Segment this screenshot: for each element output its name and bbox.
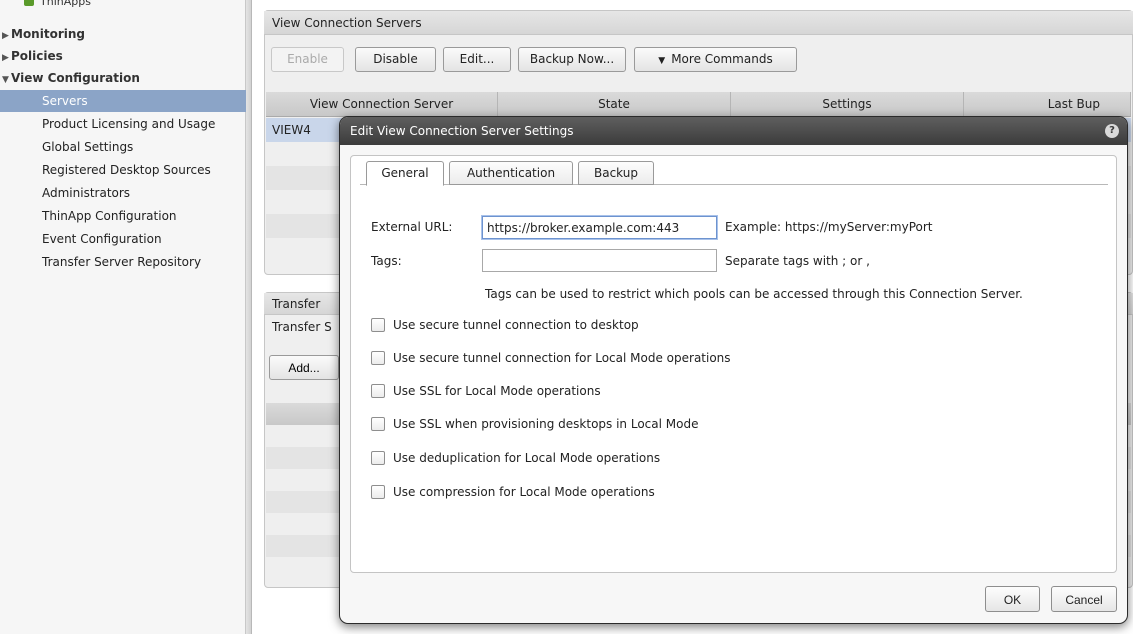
panel-title: View Connection Servers [264, 11, 1133, 35]
tab-authentication[interactable]: Authentication [449, 161, 573, 185]
sidebar-splitter[interactable] [246, 0, 252, 634]
tags-input[interactable] [482, 249, 717, 272]
column-header-server[interactable]: View Connection Server [266, 92, 498, 117]
tags-hint: Separate tags with ; or , [725, 254, 870, 268]
add-transfer-server-button[interactable]: Add... [269, 355, 339, 380]
deduplication-option[interactable]: Use deduplication for Local Mode operati… [371, 450, 660, 468]
disable-button[interactable]: Disable [355, 47, 436, 72]
column-header-settings[interactable]: Settings [731, 92, 964, 117]
server-name-cell: VIEW4 [272, 123, 311, 137]
tree-section-policies[interactable]: ▶ Policies [0, 45, 63, 67]
ok-button[interactable]: OK [985, 586, 1040, 612]
column-header-state[interactable]: State [498, 92, 731, 117]
tab-general[interactable]: General [366, 161, 444, 186]
secure-tunnel-desktop-checkbox[interactable] [371, 318, 385, 332]
secure-tunnel-desktop-option[interactable]: Use secure tunnel connection to desktop [371, 317, 639, 335]
sidebar-item-event-configuration[interactable]: Event Configuration [0, 228, 246, 250]
deduplication-checkbox[interactable] [371, 451, 385, 465]
ssl-provisioning-option[interactable]: Use SSL when provisioning desktops in Lo… [371, 416, 698, 434]
sidebar-item-servers[interactable]: Servers [0, 90, 246, 112]
edit-button[interactable]: Edit... [443, 47, 511, 72]
enable-button[interactable]: Enable [271, 47, 344, 72]
compression-checkbox[interactable] [371, 485, 385, 499]
external-url-hint: Example: https://myServer:myPort [725, 220, 933, 234]
more-commands-button[interactable]: ▼ More Commands [634, 47, 797, 72]
sidebar-item-registered-desktop-sources[interactable]: Registered Desktop Sources [0, 159, 246, 181]
transfer-panel-subtitle: Transfer S [272, 320, 332, 334]
expand-triangle-icon[interactable]: ▶ [0, 47, 11, 69]
backup-now-button[interactable]: Backup Now... [518, 47, 626, 72]
column-header-last-backup[interactable]: Last Bup [964, 92, 1131, 117]
sidebar-item-global-settings[interactable]: Global Settings [0, 136, 246, 158]
edit-connection-server-dialog: Edit View Connection Server Settings ? G… [339, 116, 1128, 624]
help-icon[interactable]: ? [1105, 124, 1119, 138]
navigation-sidebar: ThinApps ▶ Monitoring ▶ Policies ▼ View Con… [0, 0, 246, 634]
sidebar-item-transfer-server-repository[interactable]: Transfer Server Repository [0, 251, 246, 273]
cancel-button[interactable]: Cancel [1051, 586, 1117, 612]
tags-label: Tags: [371, 254, 402, 268]
compression-option[interactable]: Use compression for Local Mode operation… [371, 484, 655, 502]
dialog-title: Edit View Connection Server Settings [350, 124, 574, 138]
ssl-provisioning-checkbox[interactable] [371, 417, 385, 431]
secure-tunnel-local-mode-checkbox[interactable] [371, 351, 385, 365]
secure-tunnel-local-mode-option[interactable]: Use secure tunnel connection for Local M… [371, 350, 731, 368]
ssl-local-mode-checkbox[interactable] [371, 384, 385, 398]
expand-triangle-icon[interactable]: ▶ [0, 25, 11, 47]
tags-note: Tags can be used to restrict which pools… [485, 287, 1023, 301]
ssl-local-mode-option[interactable]: Use SSL for Local Mode operations [371, 383, 601, 401]
thinapp-icon [24, 0, 34, 6]
dialog-titlebar[interactable]: Edit View Connection Server Settings [340, 117, 1127, 145]
collapse-triangle-icon[interactable]: ▼ [0, 69, 11, 91]
sidebar-item-product-licensing[interactable]: Product Licensing and Usage [0, 113, 246, 135]
external-url-label: External URL: [371, 220, 453, 234]
external-url-input[interactable] [482, 216, 717, 239]
tree-section-view-configuration[interactable]: ▼ View Configuration [0, 67, 140, 89]
sidebar-item-administrators[interactable]: Administrators [0, 182, 246, 204]
tree-section-monitoring[interactable]: ▶ Monitoring [0, 23, 85, 45]
sidebar-item-thinapp-configuration[interactable]: ThinApp Configuration [0, 205, 246, 227]
tree-item-thinapps[interactable]: ThinApps [24, 0, 91, 10]
tab-backup[interactable]: Backup [578, 161, 654, 185]
dropdown-arrow-icon: ▼ [658, 56, 666, 66]
